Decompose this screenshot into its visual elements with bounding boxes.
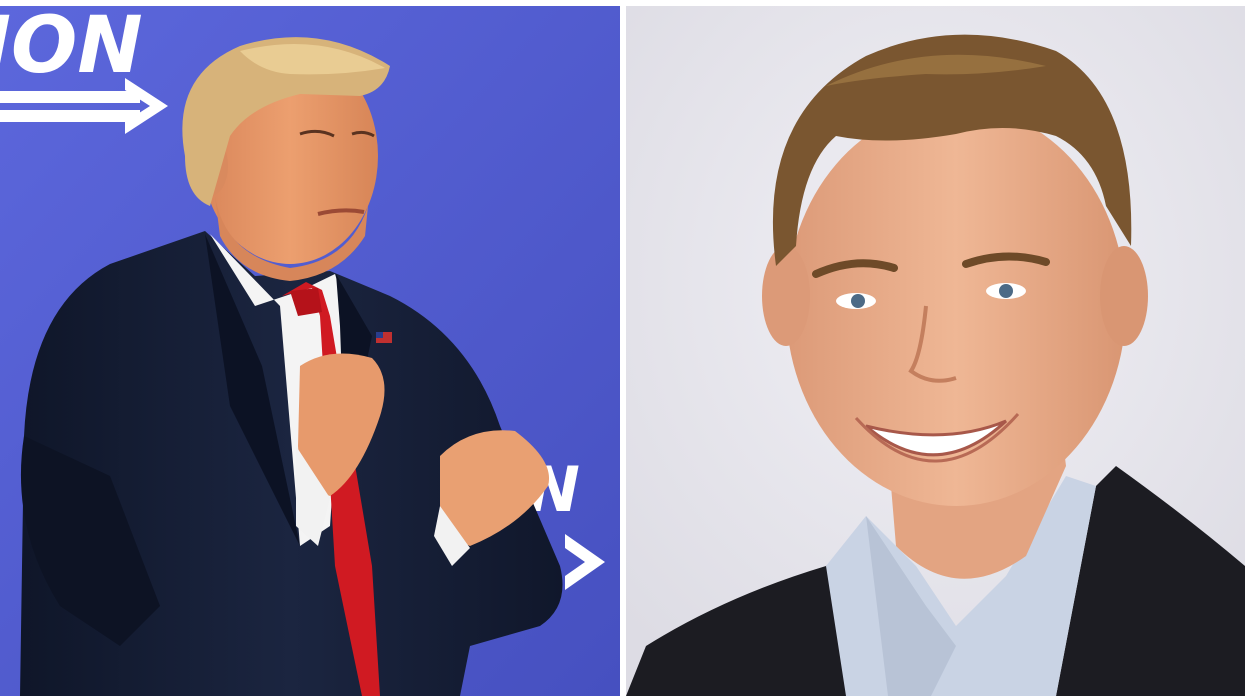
left-photo: ION N — [0, 6, 620, 696]
right-photo-panel — [626, 6, 1245, 696]
banner-text: ION — [0, 6, 143, 91]
photo-collage: ION N — [0, 0, 1245, 700]
left-photo-panel: ION N — [0, 6, 620, 696]
right-photo — [626, 6, 1245, 696]
